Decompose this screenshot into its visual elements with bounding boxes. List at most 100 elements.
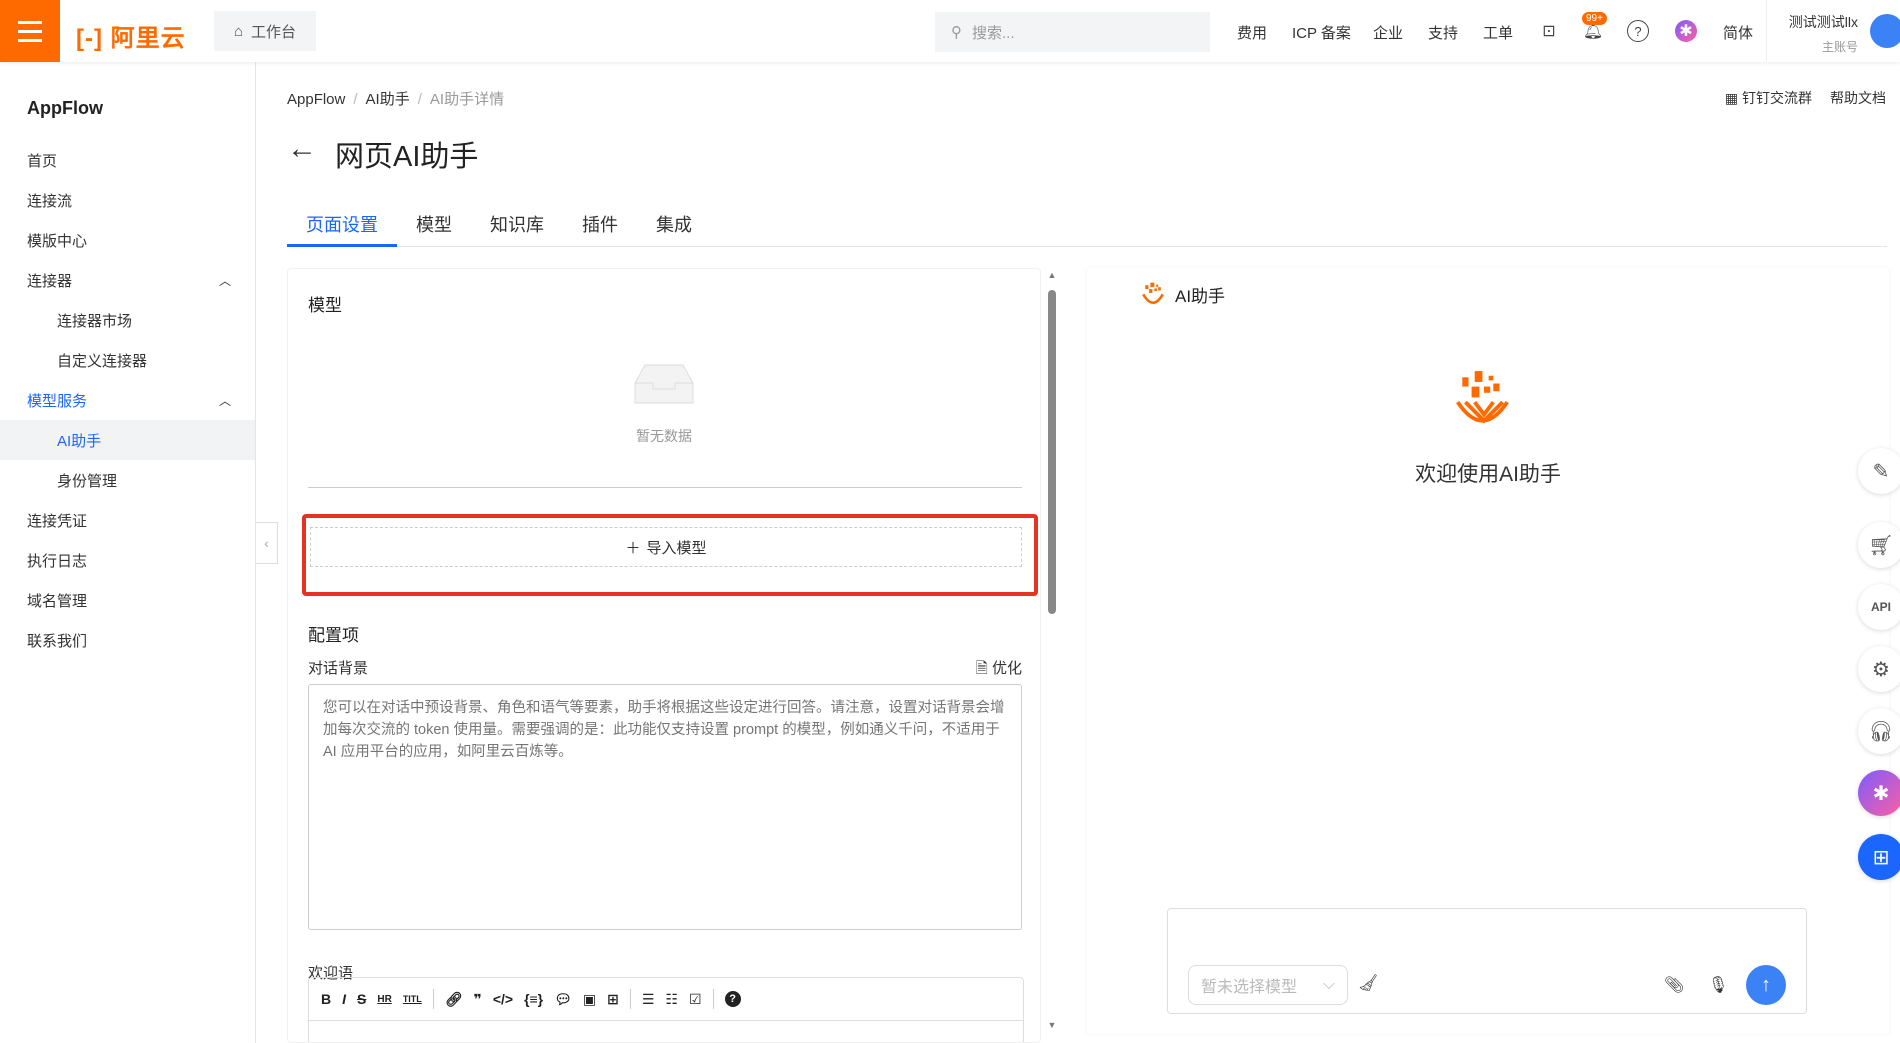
- microphone-icon[interactable]: 🎙︎: [1708, 975, 1728, 995]
- breadcrumb-appflow[interactable]: AppFlow: [287, 91, 345, 108]
- cart-icon[interactable]: 🛒︎: [1858, 522, 1900, 568]
- ai-sparkle-icon[interactable]: ✱: [1858, 770, 1900, 816]
- arrow-up-icon: ↑: [1761, 973, 1771, 996]
- bold-icon[interactable]: B: [321, 991, 331, 1007]
- ai-assistant-large-logo-icon: [1456, 371, 1509, 424]
- menu-button[interactable]: [0, 0, 60, 62]
- optimize-label: 优化: [991, 660, 1022, 677]
- notification-badge: 99+: [1582, 12, 1607, 25]
- sidebar-item-domains[interactable]: 域名管理: [0, 580, 255, 620]
- sidebar-item-label: 身份管理: [57, 472, 118, 490]
- paperclip-icon[interactable]: 📎︎: [1664, 975, 1684, 995]
- tab-integration[interactable]: 集成: [637, 210, 711, 247]
- clear-broom-icon[interactable]: 🧹︎: [1358, 973, 1378, 993]
- hr-icon[interactable]: HR: [377, 994, 391, 1005]
- task-list-icon[interactable]: ☑: [689, 991, 702, 1008]
- apps-grid-icon[interactable]: ⊞: [1858, 834, 1900, 880]
- sidebar-item-label: 模版中心: [27, 232, 88, 250]
- table-icon[interactable]: ⊞: [607, 991, 619, 1008]
- separator: [712, 989, 714, 1009]
- editor-toolbar: B I S HR TITL 🔗︎ ❞ </> {≡} 💬︎ ▣ ⊞ ☰ ☷ ☑ ?: [309, 978, 1023, 1021]
- link-icon[interactable]: 🔗︎: [445, 991, 463, 1008]
- sidebar-item-connectors[interactable]: 连接器 ︿: [0, 260, 255, 300]
- bullet-list-icon[interactable]: ☰: [642, 991, 655, 1008]
- conversation-background-input[interactable]: [308, 684, 1022, 930]
- avatar[interactable]: [1870, 14, 1900, 48]
- settings-gear-icon[interactable]: ⚙: [1858, 646, 1900, 692]
- nav-fees[interactable]: 费用: [1237, 22, 1267, 43]
- help-doc-link[interactable]: 帮助文档: [1830, 88, 1886, 108]
- scrollbar-thumb[interactable]: [1048, 290, 1056, 614]
- top-header: [-] 阿里云 ⌂ 工作台 ⚲ 搜索... 费用 ICP 备案 企业 支持 工单 ⊡…: [0, 0, 1900, 62]
- sidebar-item-logs[interactable]: 执行日志: [0, 540, 255, 580]
- nav-ticket[interactable]: 工单: [1483, 22, 1513, 43]
- sidebar-item-label: 连接器市场: [57, 312, 133, 330]
- image-icon[interactable]: ▣: [583, 991, 596, 1008]
- search-input[interactable]: ⚲ 搜索...: [935, 12, 1210, 52]
- markdown-editor[interactable]: B I S HR TITL 🔗︎ ❞ </> {≡} 💬︎ ▣ ⊞ ☰ ☷ ☑ ?: [308, 977, 1024, 1042]
- italic-icon[interactable]: I: [342, 991, 346, 1007]
- sidebar-item-label: 连接流: [27, 192, 73, 210]
- help-icon[interactable]: ?: [724, 991, 741, 1007]
- sidebar-collapse-button[interactable]: ‹: [256, 522, 278, 564]
- sidebar-item-home[interactable]: 首页: [0, 140, 255, 180]
- tab-knowledge[interactable]: 知识库: [471, 210, 563, 247]
- tab-model[interactable]: 模型: [397, 210, 471, 247]
- ai-assistant-icon[interactable]: ✱: [1675, 20, 1697, 42]
- user-menu[interactable]: 测试测试llx 主账号: [1778, 12, 1858, 55]
- ordered-list-icon[interactable]: ☷: [665, 991, 678, 1008]
- tab-page-settings[interactable]: 页面设置: [287, 210, 397, 247]
- code-block-icon[interactable]: {≡}: [524, 991, 543, 1007]
- breadcrumb-ai-assistant[interactable]: AI助手: [366, 91, 410, 108]
- sidebar-item-contact[interactable]: 联系我们: [0, 620, 255, 660]
- edit-icon[interactable]: ✎: [1858, 448, 1900, 494]
- optimize-button[interactable]: 🗎︎ 优化: [976, 657, 1022, 683]
- sidebar-item-templates[interactable]: 模版中心: [0, 220, 255, 260]
- workbench-button[interactable]: ⌂ 工作台: [214, 11, 316, 51]
- home-icon: ⌂: [233, 22, 244, 40]
- scroll-down-icon[interactable]: ▼: [1045, 1020, 1059, 1030]
- back-arrow-icon[interactable]: ←: [287, 132, 317, 166]
- search-placeholder: 搜索...: [972, 24, 1015, 42]
- sidebar-item-connector-market[interactable]: 连接器市场: [0, 300, 255, 340]
- scroll-up-icon[interactable]: ▲: [1045, 270, 1059, 280]
- terminal-icon[interactable]: ⊡: [1538, 20, 1560, 42]
- title-icon[interactable]: TITL: [403, 994, 422, 1004]
- empty-text: 暂无数据: [636, 428, 692, 444]
- comment-icon[interactable]: 💬︎: [554, 991, 572, 1008]
- qrcode-icon: ▦: [1724, 90, 1739, 106]
- chat-input-box[interactable]: 暂未选择模型 ⌵ 🧹︎ 📎︎ 🎙︎ ↑: [1167, 908, 1807, 1014]
- chevron-down-icon: ⌵: [1322, 976, 1335, 993]
- api-icon[interactable]: API: [1858, 584, 1900, 630]
- tab-plugins[interactable]: 插件: [563, 210, 637, 247]
- sidebar-item-custom-connector[interactable]: 自定义连接器: [0, 340, 255, 380]
- model-select[interactable]: 暂未选择模型 ⌵: [1188, 965, 1348, 1005]
- sidebar-item-model-service[interactable]: 模型服务 ︿: [0, 380, 255, 420]
- headset-icon[interactable]: 🎧︎: [1858, 708, 1900, 754]
- code-icon[interactable]: </>: [493, 991, 513, 1007]
- aliyun-logo[interactable]: [-] 阿里云: [76, 18, 186, 53]
- help-icon[interactable]: ?: [1627, 20, 1649, 42]
- separator: [432, 989, 434, 1009]
- strikethrough-icon[interactable]: S: [357, 991, 366, 1007]
- conversation-background-label: 对话背景: [308, 660, 369, 677]
- separator: [629, 989, 631, 1009]
- quote-icon[interactable]: ❞: [474, 991, 482, 1008]
- model-select-placeholder: 暂未选择模型: [1201, 979, 1298, 996]
- sidebar-item-ai-assistant[interactable]: AI助手: [0, 420, 255, 460]
- send-button[interactable]: ↑: [1746, 965, 1786, 1005]
- sidebar-item-flows[interactable]: 连接流: [0, 180, 255, 220]
- settings-panel: 模型 暂无数据 ＋导入模型 配置项 对话背景 🗎︎ 优化 欢迎语 BISHRTI…: [287, 268, 1041, 1043]
- sidebar-item-label: 连接器: [27, 272, 73, 290]
- dingtalk-group-link[interactable]: ▦ 钉钉交流群: [1725, 88, 1812, 108]
- nav-support[interactable]: 支持: [1428, 22, 1458, 43]
- nav-icp[interactable]: ICP 备案: [1292, 22, 1351, 43]
- sidebar-item-credentials[interactable]: 连接凭证: [0, 500, 255, 540]
- sidebar-item-label: 域名管理: [27, 592, 88, 610]
- search-icon: ⚲: [951, 24, 962, 41]
- sidebar-item-label: 自定义连接器: [57, 352, 148, 370]
- nav-enterprise[interactable]: 企业: [1373, 22, 1403, 43]
- language-switch[interactable]: 简体: [1723, 22, 1753, 43]
- dingtalk-label: 钉钉交流群: [1742, 90, 1812, 106]
- sidebar-item-identity[interactable]: 身份管理: [0, 460, 255, 500]
